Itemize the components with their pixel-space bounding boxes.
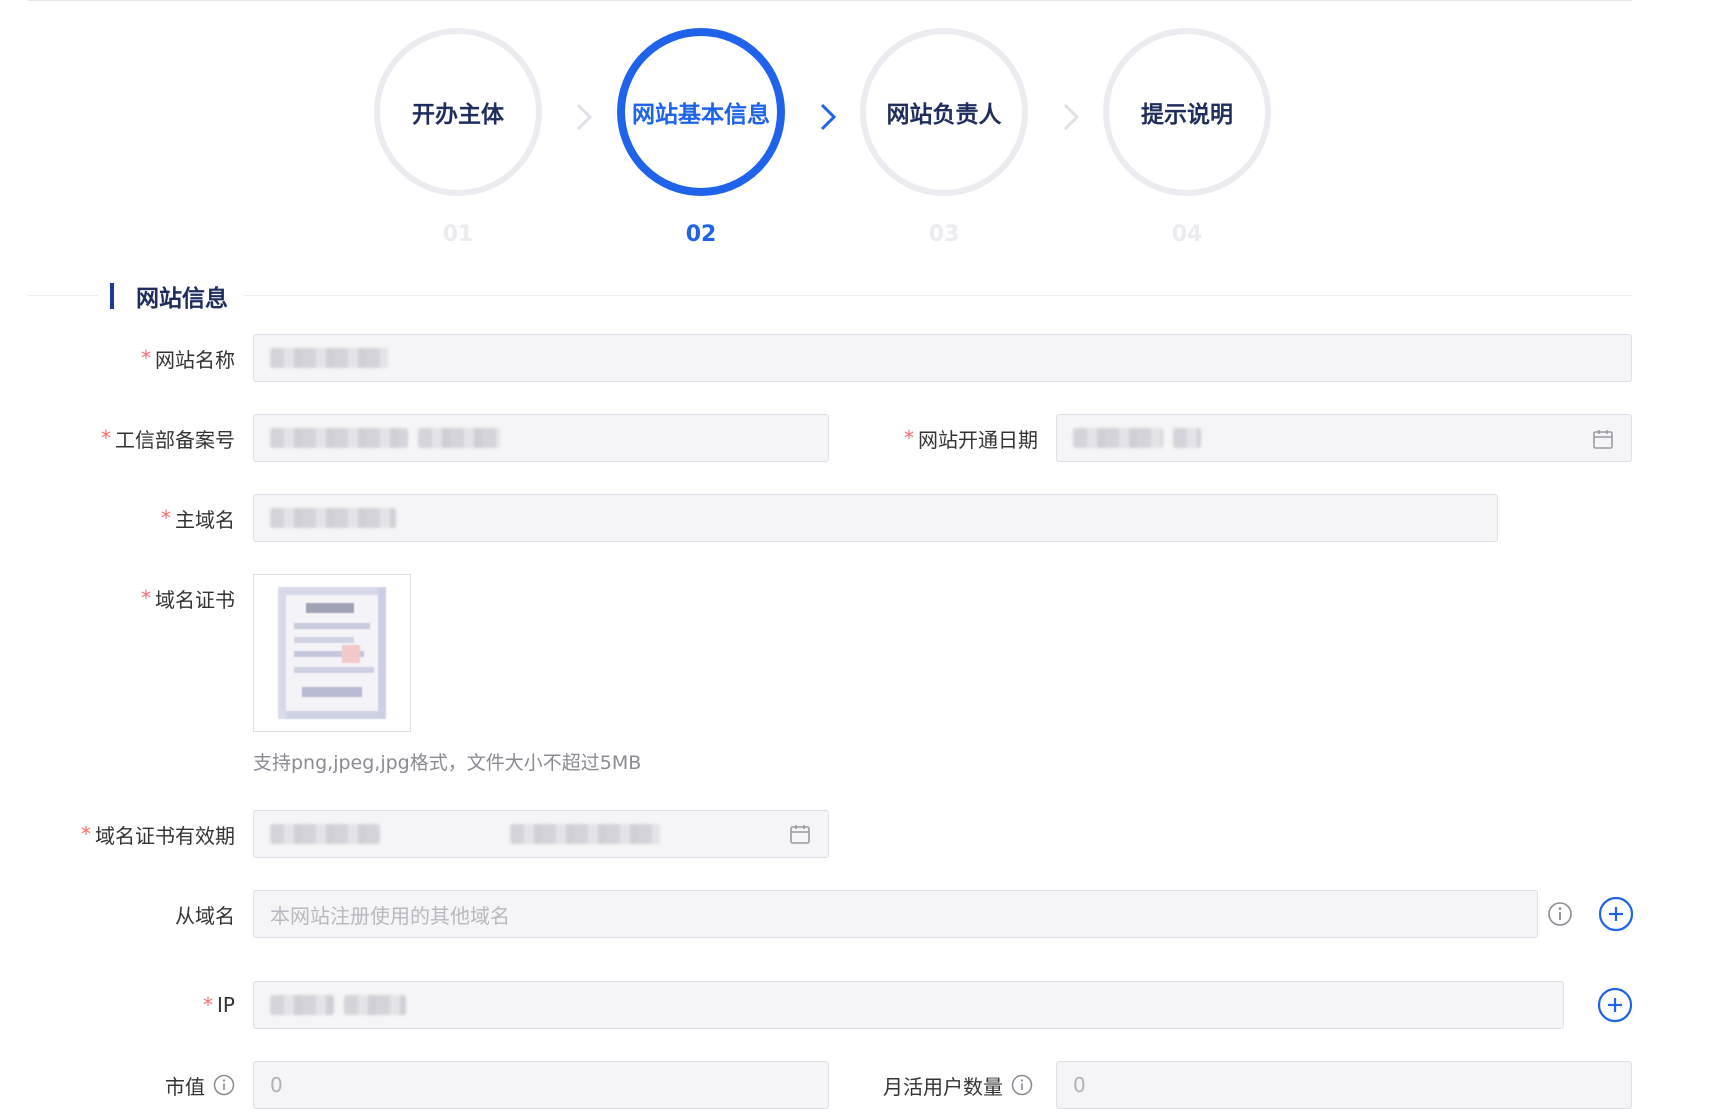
redacted-value (270, 348, 388, 368)
main-domain-input[interactable] (253, 494, 1498, 542)
top-divider (28, 0, 1632, 1)
step-3-number: 03 (928, 222, 960, 247)
domain-cert-hint: 支持png,jpeg,jpg格式，文件大小不超过5MB (253, 752, 642, 774)
required-mark: * (141, 346, 151, 370)
section-header: 网站信息 (98, 280, 244, 312)
redacted-value (1173, 428, 1201, 448)
cert-validity-label-text: 域名证书有效期 (95, 823, 235, 848)
section-accent-bar (110, 283, 114, 309)
redacted-value (1073, 428, 1163, 448)
ip-input[interactable] (253, 981, 1564, 1029)
sub-domain-label-text: 从域名 (175, 903, 235, 928)
mau-text: 0 (1073, 1073, 1086, 1097)
calendar-icon[interactable] (789, 823, 811, 845)
market-value-label: 市值 (165, 1061, 235, 1109)
icp-number-label-text: 工信部备案号 (115, 427, 235, 452)
mau-input[interactable]: 0 (1056, 1061, 1632, 1109)
plus-circle-icon[interactable] (1598, 896, 1634, 932)
open-date-label: * 网站开通日期 (904, 414, 1038, 462)
cert-validity-range-picker[interactable] (253, 810, 829, 858)
ip-label: * IP (203, 981, 235, 1029)
info-icon[interactable] (1011, 1074, 1033, 1096)
step-3-circle[interactable]: 网站负责人 (860, 28, 1028, 196)
step-3-label: 网站负责人 (886, 102, 1002, 128)
redacted-value (270, 508, 396, 528)
site-name-label: * 网站名称 (141, 334, 235, 382)
step-1-circle[interactable]: 开办主体 (374, 28, 542, 196)
plus-circle-icon[interactable] (1597, 987, 1633, 1023)
domain-cert-image[interactable] (253, 574, 411, 732)
sub-domain-label: 从域名 (175, 890, 235, 938)
main-domain-label-text: 主域名 (175, 507, 235, 532)
domain-cert-label: * 域名证书 (141, 574, 235, 622)
redacted-value (270, 824, 380, 844)
sub-domain-placeholder: 本网站注册使用的其他域名 (270, 903, 510, 928)
calendar-icon[interactable] (1592, 428, 1614, 450)
redacted-value (510, 824, 660, 844)
domain-cert-label-text: 域名证书 (155, 587, 235, 612)
step-2-label: 网站基本信息 (632, 102, 770, 128)
required-mark: * (141, 586, 151, 610)
certificate-thumbnail (278, 587, 386, 719)
icp-number-input[interactable] (253, 414, 829, 462)
market-value-label-text: 市值 (165, 1074, 205, 1099)
section-divider (28, 295, 1632, 296)
mau-label: 月活用户数量 (883, 1061, 1033, 1109)
required-mark: * (904, 426, 914, 450)
step-1-label: 开办主体 (412, 102, 504, 128)
open-date-picker[interactable] (1056, 414, 1632, 462)
market-value-input[interactable]: 0 (253, 1061, 829, 1109)
info-icon[interactable] (1547, 901, 1573, 927)
chevron-right-icon (576, 103, 593, 131)
sub-domain-input[interactable]: 本网站注册使用的其他域名 (253, 890, 1538, 938)
info-icon[interactable] (213, 1074, 235, 1096)
step-4-label: 提示说明 (1141, 102, 1233, 128)
redacted-value (344, 995, 406, 1015)
cert-validity-label: * 域名证书有效期 (81, 810, 235, 858)
site-name-input[interactable] (253, 334, 1632, 382)
required-mark: * (203, 993, 214, 1017)
redacted-value (270, 995, 334, 1015)
step-4-number: 04 (1171, 222, 1203, 247)
main-domain-label: * 主域名 (161, 494, 235, 542)
open-date-label-text: 网站开通日期 (918, 427, 1038, 452)
ip-label-text: IP (217, 993, 235, 1017)
market-value-text: 0 (270, 1073, 283, 1097)
required-mark: * (81, 822, 91, 846)
site-name-label-text: 网站名称 (155, 347, 235, 372)
redacted-value (418, 428, 500, 448)
required-mark: * (161, 506, 171, 530)
icp-number-label: * 工信部备案号 (101, 414, 235, 462)
chevron-right-icon (820, 103, 837, 131)
section-title: 网站信息 (136, 286, 228, 312)
redacted-value (270, 428, 408, 448)
step-1-number: 01 (442, 222, 474, 247)
step-4-circle[interactable]: 提示说明 (1103, 28, 1271, 196)
step-2-number: 02 (685, 222, 717, 247)
mau-label-text: 月活用户数量 (883, 1074, 1003, 1099)
chevron-right-icon (1063, 103, 1080, 131)
step-2-circle[interactable]: 网站基本信息 (617, 28, 785, 196)
required-mark: * (101, 426, 111, 450)
